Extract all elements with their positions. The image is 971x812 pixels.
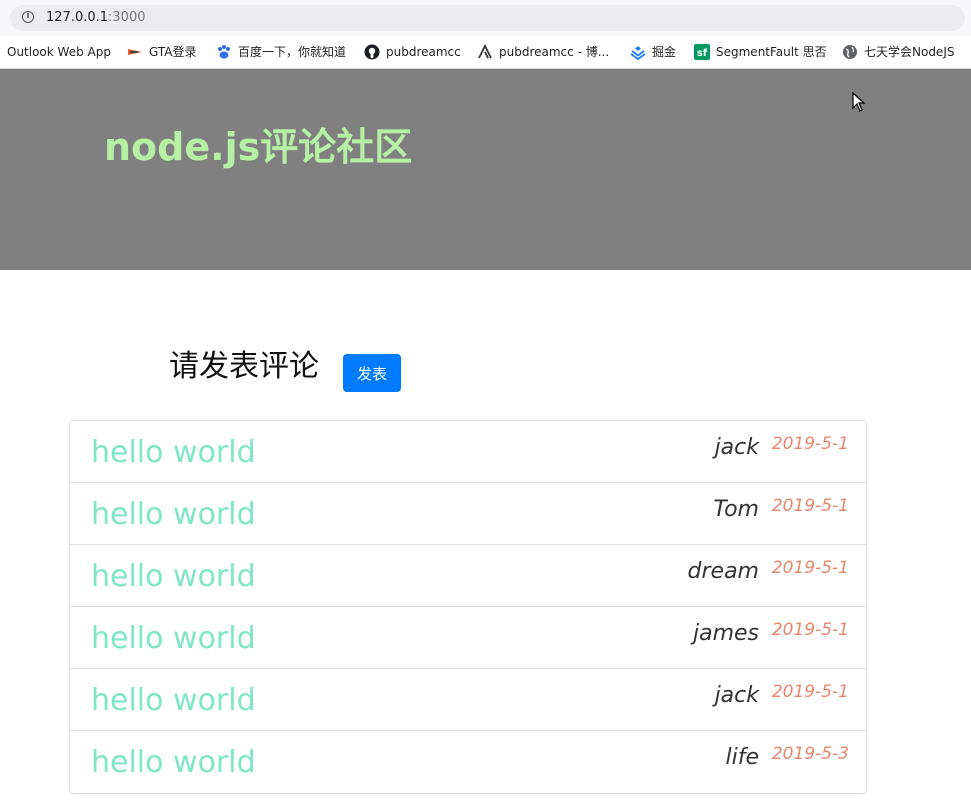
comment-content: hello world: [91, 621, 256, 656]
bookmark-gta[interactable]: GTA登录: [127, 44, 196, 60]
list-item: hello world Tom 2019-5-1: [70, 483, 866, 545]
bookmark-github[interactable]: pubdreamcc: [364, 44, 461, 60]
info-icon[interactable]: i: [22, 11, 34, 23]
bookmark-label: pubdreamcc: [386, 45, 461, 59]
comment-author: james: [692, 621, 759, 646]
comment-author: jack: [714, 435, 759, 460]
list-item: hello world james 2019-5-1: [70, 607, 866, 669]
bookmark-label: Outlook Web App: [7, 45, 111, 59]
comment-author: life: [725, 745, 759, 770]
comment-content: hello world: [91, 683, 256, 718]
comment-date: 2019-5-3: [771, 744, 849, 764]
juejin-icon: [630, 46, 646, 60]
gta-icon: [128, 49, 142, 55]
bookmark-juejin[interactable]: 掘金: [630, 44, 676, 60]
bookmark-segmentfault[interactable]: sf SegmentFault 思否: [694, 44, 827, 60]
comment-content: hello world: [91, 497, 256, 532]
comment-date: 2019-5-1: [771, 620, 849, 640]
comment-author: Tom: [713, 497, 759, 522]
github-icon: [364, 44, 380, 60]
comment-date: 2019-5-1: [771, 434, 849, 454]
bookmark-baidu[interactable]: 百度一下，你就知道: [216, 44, 346, 60]
page-title: node.js评论社区: [104, 125, 413, 169]
cnblogs-icon: [478, 44, 492, 59]
baidu-paw-icon: [218, 45, 230, 59]
comment-content: hello world: [91, 435, 256, 470]
comment-content: hello world: [91, 745, 256, 780]
bookmark-label: 七天学会NodeJS: [864, 45, 955, 59]
list-item: hello world jack 2019-5-1: [70, 669, 866, 731]
bookmark-cnblogs[interactable]: pubdreamcc - 博...: [477, 44, 609, 60]
bookmark-label: 掘金: [652, 45, 677, 59]
bookmark-label: pubdreamcc - 博...: [499, 45, 610, 59]
bookmarks-bar: Outlook Web App GTA登录 百度一下，你就知道 pubdream…: [0, 36, 971, 69]
comment-date: 2019-5-1: [771, 682, 849, 702]
comment-author: dream: [687, 559, 759, 584]
bookmark-nodejs[interactable]: 七天学会NodeJS: [842, 44, 954, 60]
segmentfault-icon: sf: [694, 44, 710, 60]
list-item: hello world dream 2019-5-1: [70, 545, 866, 607]
comment-author: jack: [714, 683, 759, 708]
bookmark-label: GTA登录: [149, 45, 197, 59]
post-comment-button[interactable]: 发表: [343, 354, 401, 392]
comment-list: hello world jack 2019-5-1 hello world To…: [69, 420, 867, 794]
bookmark-outlook[interactable]: Outlook Web App: [7, 44, 111, 60]
svg-text:sf: sf: [697, 48, 708, 59]
bookmark-label: SegmentFault 思否: [716, 45, 827, 59]
list-item: hello world life 2019-5-3: [70, 731, 866, 793]
comment-prompt: 请发表评论: [169, 349, 319, 384]
url-text[interactable]: 127.0.0.1:3000: [46, 10, 146, 26]
list-item: hello world jack 2019-5-1: [70, 421, 866, 483]
url-field[interactable]: [10, 5, 965, 31]
comment-date: 2019-5-1: [771, 558, 849, 578]
mouse-cursor-icon: [852, 92, 866, 112]
comment-content: hello world: [91, 559, 256, 594]
globe-icon: [843, 45, 857, 59]
bookmark-label: 百度一下，你就知道: [238, 45, 347, 59]
address-bar: i 127.0.0.1:3000: [0, 0, 971, 36]
jumbotron: node.js评论社区: [0, 69, 971, 270]
comment-date: 2019-5-1: [771, 496, 849, 516]
